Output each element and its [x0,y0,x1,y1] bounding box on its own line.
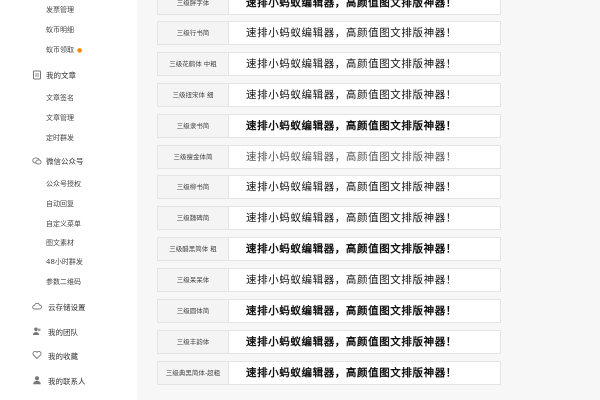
font-row[interactable]: 三级丰韵体 速排小蚂蚁编辑器，高颜值图文排版神器！ [157,330,501,354]
contacts-icon [32,375,42,385]
font-sample: 速排小蚂蚁编辑器，高颜值图文排版神器！ [246,120,457,132]
people-icon [32,326,42,336]
font-sample: 速排小蚂蚁编辑器，高颜值图文排版神器！ [246,243,457,255]
font-row[interactable]: 三级圆体简 速排小蚂蚁编辑器，高颜值图文排版神器！ [157,299,501,323]
font-name: 三级花鹤体 中粗 [158,53,229,75]
sidebar-item-coin-claim[interactable]: 蚁币领取 ● [46,45,82,55]
font-sample: 速排小蚂蚁编辑器，高颜值图文排版神器！ [246,151,457,163]
font-name: 三级丰韵体 [158,331,229,353]
font-name: 三级隶书简 [158,115,229,137]
sidebar-item-scheduled-send[interactable]: 定时群发 [46,133,74,143]
font-list: 三级胖字体 速排小蚂蚁编辑器，高颜值图文排版神器！ 三级行书简 速排小蚂蚁编辑器… [137,0,600,400]
font-sample: 速排小蚂蚁编辑器，高颜值图文排版神器！ [246,89,457,101]
font-name: 三级胖字体 [158,0,229,14]
sidebar-item-qrcode[interactable]: 参数二维码 [46,277,81,287]
sidebar-group-my-articles[interactable]: 我的文章 [46,70,76,81]
font-sample: 速排小蚂蚁编辑器，高颜值图文排版神器！ [246,212,457,224]
font-row[interactable]: 三级魏碑简 速排小蚂蚁编辑器，高颜值图文排版神器！ [157,206,501,230]
font-row[interactable]: 三级醋黑简体 粗 速排小蚂蚁编辑器，高颜值图文排版神器！ [157,237,501,261]
font-row[interactable]: 三级典黑简体-超粗 速排小蚂蚁编辑器，高颜值图文排版神器！ [157,361,501,385]
font-sample: 速排小蚂蚁编辑器，高颜值图文排版神器！ [246,58,457,70]
font-name: 三级魏碑简 [158,207,229,229]
sidebar-item-auto-reply[interactable]: 自动回复 [46,199,74,209]
font-name: 三级柳书简 [158,176,229,198]
font-sample: 速排小蚂蚁编辑器，高颜值图文排版神器！ [246,367,457,379]
sidebar-item-custom-menu[interactable]: 自定义菜单 [46,219,81,229]
font-name: 三级瘦金体简 [158,146,229,168]
font-name: 三级圆体简 [158,300,229,322]
font-row[interactable]: 三级花鹤体 中粗 速排小蚂蚁编辑器，高颜值图文排版神器！ [157,52,501,76]
font-row[interactable]: 三级扭宋体 细 速排小蚂蚁编辑器，高颜值图文排版神器！ [157,83,501,107]
sidebar-group-wechat[interactable]: 微信公众号 [46,156,84,167]
font-sample: 速排小蚂蚁编辑器，高颜值图文排版神器！ [246,0,457,9]
font-row[interactable]: 三级瘦金体简 速排小蚂蚁编辑器，高颜值图文排版神器！ [157,145,501,169]
sidebar-item-48h-send[interactable]: 48小时群发 [46,257,83,267]
sidebar-item-invoice[interactable]: 发票管理 [46,5,74,15]
font-row[interactable]: 三级胖字体 速排小蚂蚁编辑器，高颜值图文排版神器！ [157,0,501,15]
sidebar-group-contacts[interactable]: 我的联系人 [48,376,86,387]
font-sample: 速排小蚂蚁编辑器，高颜值图文排版神器！ [246,336,457,348]
cloud-icon [32,301,42,311]
font-row[interactable]: 三级柳书简 速排小蚂蚁编辑器，高颜值图文排版神器！ [157,175,501,199]
chat-bubble-icon [32,156,42,166]
font-name: 三级扭宋体 细 [158,84,229,106]
font-sample: 速排小蚂蚁编辑器，高颜值图文排版神器！ [246,305,457,317]
font-row[interactable]: 三级行书简 速排小蚂蚁编辑器，高颜值图文排版神器！ [157,21,501,45]
sidebar-item-article-manage[interactable]: 文章管理 [46,113,74,123]
sidebar-item-media-material[interactable]: 图文素材 [46,238,74,248]
notification-dot: ● [77,47,83,54]
font-name: 三级呆呆体 [158,269,229,291]
font-sample: 速排小蚂蚁编辑器，高颜值图文排版神器！ [246,274,457,286]
sidebar-item-coin-detail[interactable]: 蚁币明细 [46,25,74,35]
sidebar-group-team[interactable]: 我的团队 [48,327,78,338]
sidebar-item-article-signature[interactable]: 文章签名 [46,93,74,103]
sidebar-group-favorites[interactable]: 我的收藏 [48,351,78,362]
heart-icon [32,350,42,360]
sidebar-group-cloud[interactable]: 云存储设置 [48,302,86,313]
font-sample: 速排小蚂蚁编辑器，高颜值图文排版神器！ [246,27,457,39]
font-row[interactable]: 三级隶书简 速排小蚂蚁编辑器，高颜值图文排版神器！ [157,114,501,138]
font-row[interactable]: 三级呆呆体 速排小蚂蚁编辑器，高颜值图文排版神器！ [157,268,501,292]
document-icon [32,70,42,80]
font-name: 三级醋黑简体 粗 [158,238,229,260]
sidebar-item-account-auth[interactable]: 公众号授权 [46,179,81,189]
font-sample: 速排小蚂蚁编辑器，高颜值图文排版神器！ [246,181,457,193]
font-name: 三级行书简 [158,22,229,44]
sidebar: 发票管理 蚁币明细 蚁币领取 ● 我的文章 文章签名 文章管理 定时群发 微信公众… [0,0,138,400]
font-name: 三级典黑简体-超粗 [158,362,229,384]
